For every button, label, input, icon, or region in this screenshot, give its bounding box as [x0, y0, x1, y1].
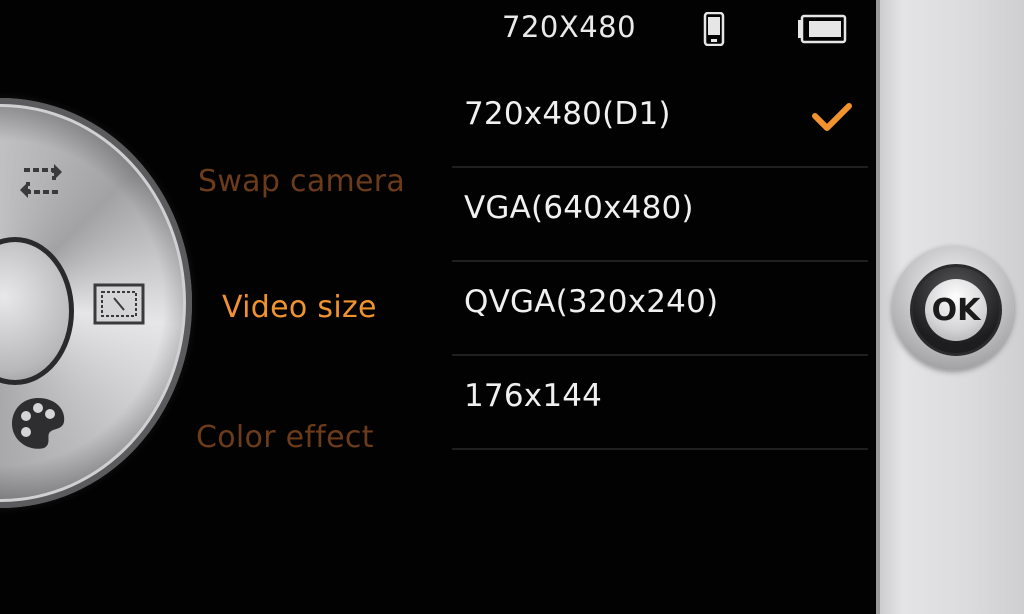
phone-icon [703, 12, 725, 46]
option-label: 720x480(D1) [464, 96, 671, 132]
menu-item-swap-camera[interactable]: Swap camera [198, 164, 405, 199]
checkmark-icon [812, 103, 852, 131]
ok-button[interactable]: OK [892, 246, 1014, 370]
menu-item-color-effect[interactable]: Color effect [196, 420, 374, 455]
status-resolution: 720X480 [502, 10, 637, 44]
option-vga[interactable]: VGA(640x480) [452, 168, 868, 262]
battery-icon [798, 14, 847, 44]
option-label: QVGA(320x240) [464, 284, 719, 320]
video-size-icon[interactable] [92, 282, 146, 326]
option-176x144[interactable]: 176x144 [452, 356, 868, 450]
swap-camera-icon[interactable] [14, 156, 68, 206]
ok-button-label: OK [925, 279, 987, 341]
option-qvga[interactable]: QVGA(320x240) [452, 262, 868, 356]
camera-settings-screen: 720X480 Swap camera Video size Color eff… [0, 0, 876, 614]
menu-item-video-size[interactable]: Video size [222, 290, 377, 325]
option-label: 176x144 [464, 378, 603, 414]
color-effect-icon[interactable] [8, 394, 68, 452]
option-label: VGA(640x480) [464, 190, 694, 226]
option-720x480-d1[interactable]: 720x480(D1) [452, 74, 868, 168]
ok-button-ring: OK [910, 264, 1002, 356]
